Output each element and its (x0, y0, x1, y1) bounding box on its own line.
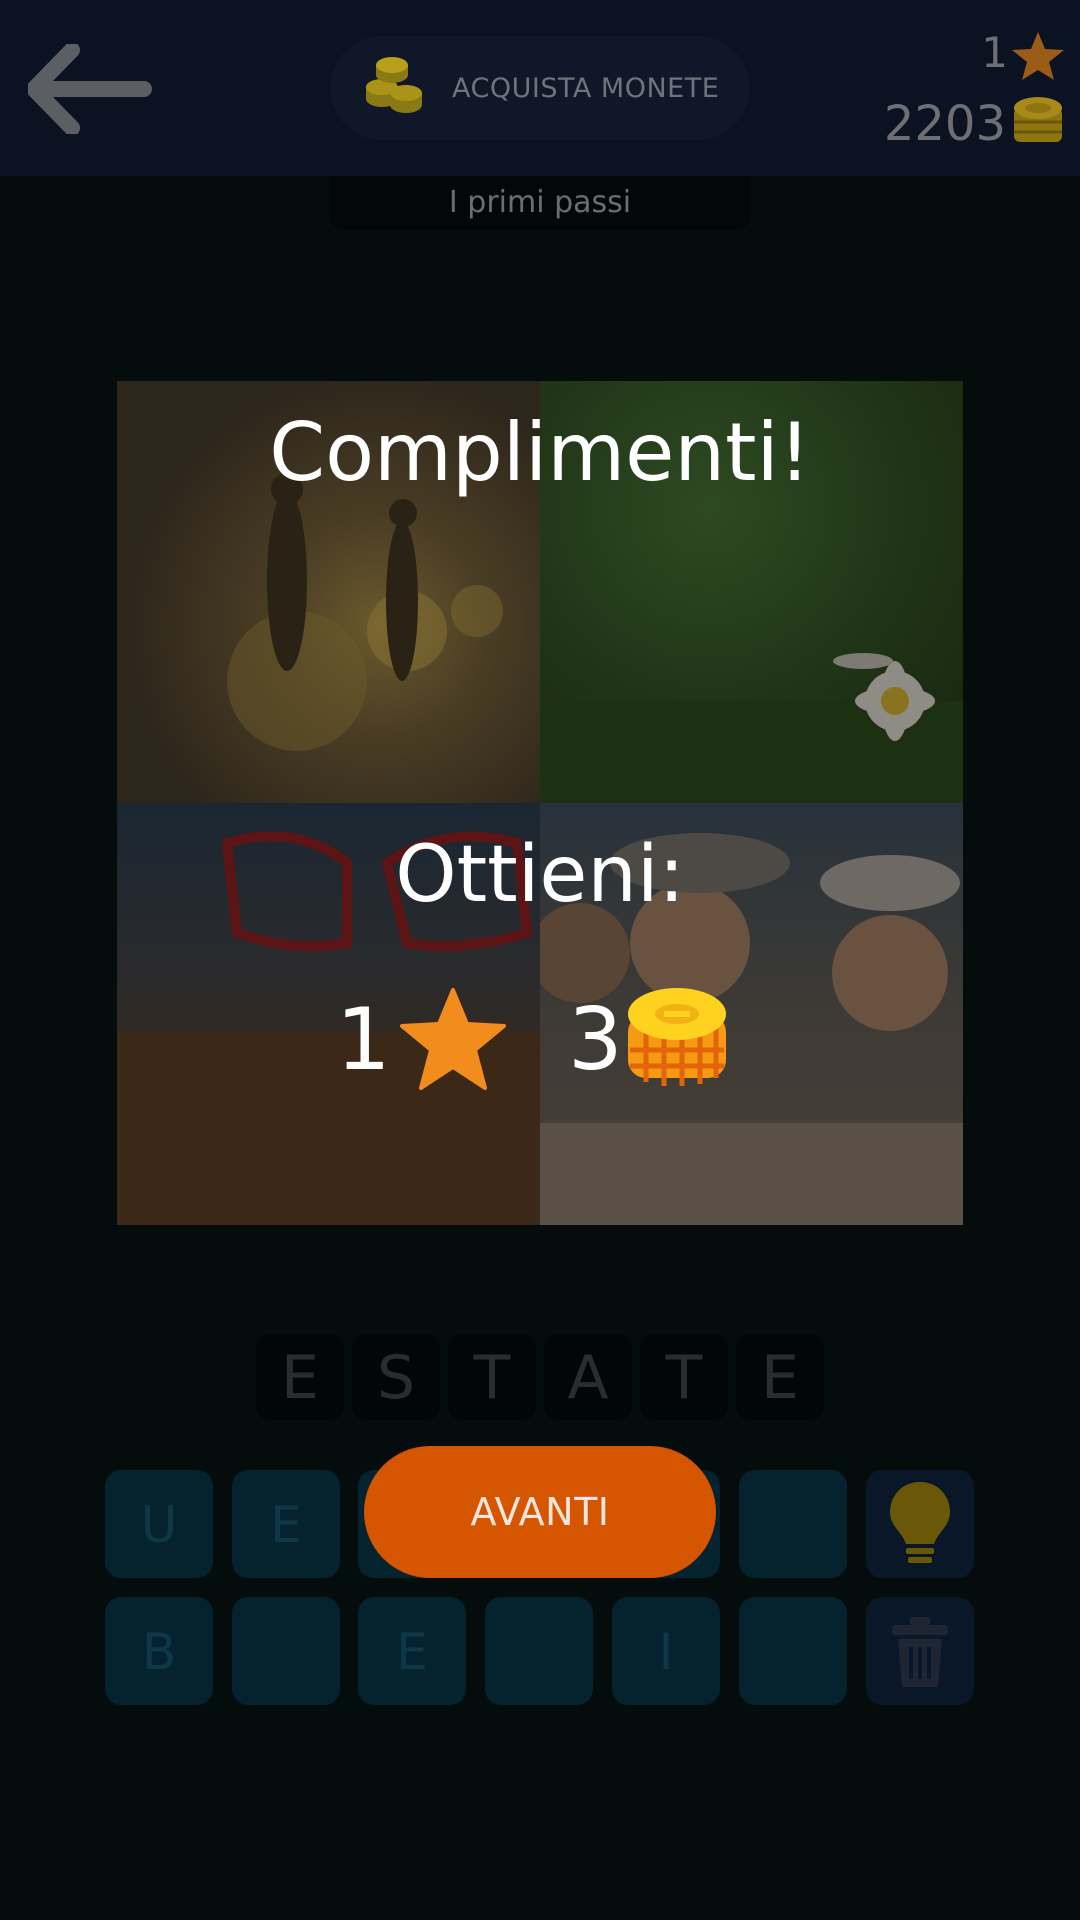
letter-key[interactable] (485, 1597, 593, 1705)
delete-button[interactable] (866, 1597, 974, 1705)
coins-stack-icon (366, 57, 422, 113)
letter-key[interactable]: E (232, 1470, 340, 1578)
star-icon (1012, 32, 1064, 80)
answer-letter[interactable]: E (256, 1334, 344, 1420)
trash-icon (892, 1617, 948, 1687)
answer-letter[interactable]: S (352, 1334, 440, 1420)
answer-letter[interactable]: E (736, 1334, 824, 1420)
letter-key[interactable]: U (105, 1470, 213, 1578)
continue-button[interactable]: AVANTI (364, 1446, 716, 1578)
letter-key[interactable]: B (105, 1597, 213, 1705)
reward-coins-count: 3 (568, 990, 623, 1090)
coins-count: 2203 (883, 96, 1006, 152)
answer-letter[interactable]: T (448, 1334, 536, 1420)
hint-button[interactable] (866, 1470, 974, 1578)
reward-stars-count: 1 (336, 990, 391, 1090)
lightbulb-icon (890, 1482, 950, 1563)
letter-key[interactable] (739, 1470, 847, 1578)
answer-letter[interactable]: A (544, 1334, 632, 1420)
letter-key[interactable] (739, 1597, 847, 1705)
top-bar: ACQUISTA MONETE 1 2203 (0, 0, 1080, 176)
back-button[interactable] (26, 42, 152, 136)
arrow-left-icon (26, 42, 152, 136)
popup-title: Complimenti! (269, 406, 811, 499)
letter-key[interactable]: I (612, 1597, 720, 1705)
coin-icon (1014, 97, 1062, 142)
coin-icon (628, 988, 726, 1086)
stars-count: 1 (981, 28, 1008, 77)
answer-slots: E S T A T E (256, 1334, 824, 1420)
star-icon (400, 988, 506, 1090)
level-name: I primi passi (330, 176, 750, 230)
answer-letter[interactable]: T (640, 1334, 728, 1420)
popup-subtitle: Ottieni: (395, 830, 685, 920)
buy-coins-button[interactable]: ACQUISTA MONETE (330, 36, 750, 140)
letter-key[interactable]: E (358, 1597, 466, 1705)
buy-coins-label: ACQUISTA MONETE (452, 72, 720, 104)
letter-key[interactable] (232, 1597, 340, 1705)
picture-grid (117, 381, 963, 1225)
